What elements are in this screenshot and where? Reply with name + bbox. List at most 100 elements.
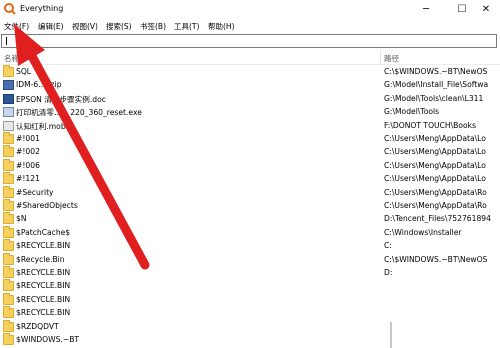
list-item[interactable]: #!121 C:\Users\Meng\AppData\Lo bbox=[0, 172, 500, 186]
file-path: C:\Users\Meng\AppData\Lo bbox=[384, 160, 486, 170]
folder-icon bbox=[3, 306, 14, 319]
file-name: $RECYCLE.BIN bbox=[16, 308, 71, 318]
list-item[interactable]: $RECYCLE.BIN D: bbox=[0, 266, 500, 280]
file-name: $Recycle.Bin bbox=[16, 254, 65, 264]
file-name: SQL bbox=[16, 67, 32, 76]
folder-icon bbox=[3, 212, 14, 225]
file-name: $RZDQDVT bbox=[16, 321, 59, 331]
file-path: C:\Users\Meng\AppData\Ro bbox=[384, 187, 487, 197]
menu-help[interactable]: 帮助(H) bbox=[208, 21, 235, 32]
folder-icon bbox=[3, 172, 14, 185]
menu-view[interactable]: 视图(V) bbox=[72, 21, 98, 32]
list-item[interactable]: #Security C:\Users\Meng\AppData\Ro bbox=[0, 185, 500, 200]
file-name: 打印机清零…0_220_360_reset.exe bbox=[16, 108, 142, 118]
folder-icon bbox=[3, 65, 14, 77]
results-header: 名称 路径 bbox=[0, 50, 500, 65]
list-item[interactable]: $RECYCLE.BIN bbox=[0, 292, 500, 307]
file-path: C:\Windows\Installer bbox=[384, 227, 462, 237]
window-title: Everything bbox=[20, 4, 64, 13]
file-path: G:\Model\Tools\clean\L311 bbox=[384, 93, 484, 103]
file-name: #!006 bbox=[16, 160, 40, 170]
file-name: EPSON 清洁步骤实例.doc bbox=[16, 94, 106, 104]
menu-tools[interactable]: 工具(T) bbox=[174, 21, 199, 32]
folder-icon bbox=[3, 199, 14, 211]
close-button[interactable]: ✕ bbox=[472, 0, 500, 19]
file-path: C:\$WINDOWS.~BT\NewOS bbox=[384, 67, 488, 76]
file-name: #!002 bbox=[16, 147, 40, 157]
list-item[interactable]: #!001 C:\Users\Meng\AppData\Lo bbox=[0, 132, 500, 146]
file-name: #SharedObjects bbox=[16, 201, 78, 210]
list-item[interactable]: 认知红利.mobi F:\DONOT TOUCH\Books bbox=[0, 120, 500, 133]
list-item[interactable]: 打印机清零…0_220_360_reset.exe G:\Model\Tools bbox=[0, 106, 500, 119]
folder-icon bbox=[3, 266, 14, 278]
file-name: $RECYCLE.BIN bbox=[16, 241, 71, 251]
column-header-path[interactable]: 路径 bbox=[384, 53, 399, 64]
folder-icon bbox=[3, 333, 14, 345]
list-item[interactable]: #SharedObjects C:\Users\Meng\AppData\Ro bbox=[0, 199, 500, 213]
column-scroll-indicator bbox=[390, 322, 392, 348]
menu-edit[interactable]: 编辑(E) bbox=[38, 21, 64, 32]
file-name: $RECYCLE.BIN bbox=[16, 281, 71, 291]
file-path: G:\Model\Tools bbox=[384, 107, 440, 117]
text-caret bbox=[6, 37, 7, 45]
minimize-button[interactable]: ─ bbox=[408, 0, 444, 19]
column-header-name[interactable]: 名称 bbox=[4, 53, 19, 64]
file-path: C:\Users\Meng\AppData\Lo bbox=[384, 147, 486, 157]
list-item[interactable]: $WINDOWS.~BT bbox=[0, 333, 500, 347]
folder-icon bbox=[3, 158, 14, 171]
file-name: #Security bbox=[16, 187, 54, 197]
exe-icon bbox=[3, 107, 14, 118]
column-divider[interactable] bbox=[380, 50, 381, 65]
zip-icon bbox=[3, 80, 14, 91]
folder-icon bbox=[3, 239, 14, 252]
file-path: C:\Users\Meng\AppData\Lo bbox=[384, 134, 486, 143]
results-list: SQL C:\$WINDOWS.~BT\NewOS IDM-6.….zip G:\M… bbox=[0, 65, 500, 348]
file-path: D: bbox=[384, 268, 393, 277]
file-name: #!121 bbox=[16, 174, 40, 184]
file-name: 认知红利.mobi bbox=[16, 121, 68, 131]
title-bar: Everything ─ ☐ ✕ bbox=[0, 0, 500, 19]
list-item[interactable]: IDM-6.….zip G:\Model\Install_File\Softwa bbox=[0, 79, 500, 92]
list-item[interactable]: $RZDQDVT bbox=[0, 319, 500, 334]
file-name: $RECYCLE.BIN bbox=[16, 294, 71, 304]
file-name: $WINDOWS.~BT bbox=[16, 335, 80, 344]
file-name: IDM-6.….zip bbox=[16, 80, 62, 90]
folder-icon bbox=[3, 132, 14, 144]
menu-bar: 文件(F) 编辑(E) 视图(V) 搜索(S) 书签(B) 工具(T) 帮助(H… bbox=[0, 19, 500, 34]
list-item[interactable]: $RECYCLE.BIN bbox=[0, 279, 500, 293]
folder-icon bbox=[3, 225, 14, 238]
folder-icon bbox=[3, 145, 14, 158]
menu-file[interactable]: 文件(F) bbox=[4, 21, 29, 32]
folder-icon bbox=[3, 319, 14, 332]
folder-icon bbox=[3, 252, 14, 265]
file-path: C:\$WINDOWS.~BT\NewOS bbox=[384, 254, 488, 264]
list-item[interactable]: #!002 C:\Users\Meng\AppData\Lo bbox=[0, 145, 500, 159]
file-name: $RECYCLE.BIN bbox=[16, 268, 71, 277]
file-path: G:\Model\Install_File\Softwa bbox=[384, 80, 489, 90]
everything-app-icon bbox=[4, 3, 16, 15]
file-path: F:\DONOT TOUCH\Books bbox=[384, 120, 477, 130]
folder-icon bbox=[3, 279, 14, 292]
list-item[interactable]: $Recycle.Bin C:\$WINDOWS.~BT\NewOS bbox=[0, 252, 500, 267]
doc-icon bbox=[3, 93, 14, 104]
file-name: $PatchCache$ bbox=[16, 227, 71, 237]
list-item[interactable]: $RECYCLE.BIN bbox=[0, 306, 500, 320]
menu-bookmarks[interactable]: 书签(B) bbox=[140, 21, 166, 32]
list-item[interactable]: #!006 C:\Users\Meng\AppData\Lo bbox=[0, 158, 500, 173]
folder-icon bbox=[3, 185, 14, 198]
list-item[interactable]: $N D:\Tencent_Files\752761894 bbox=[0, 212, 500, 226]
list-item[interactable]: SQL C:\$WINDOWS.~BT\NewOS bbox=[0, 65, 500, 79]
file-name: $N bbox=[16, 214, 27, 224]
search-input[interactable] bbox=[1, 34, 497, 48]
folder-icon bbox=[3, 292, 14, 305]
mobi-icon bbox=[3, 120, 14, 131]
menu-search[interactable]: 搜索(S) bbox=[106, 21, 132, 32]
file-name: #!001 bbox=[16, 134, 40, 143]
list-item[interactable]: EPSON 清洁步骤实例.doc G:\Model\Tools\clean\L31… bbox=[0, 93, 500, 106]
list-item[interactable]: $PatchCache$ C:\Windows\Installer bbox=[0, 225, 500, 240]
file-path: C: bbox=[384, 241, 392, 251]
file-path: C:\Users\Meng\AppData\Lo bbox=[384, 174, 486, 184]
list-item[interactable]: $RECYCLE.BIN C: bbox=[0, 239, 500, 253]
file-path: D:\Tencent_Files\752761894 bbox=[384, 214, 491, 224]
file-path: C:\Users\Meng\AppData\Ro bbox=[384, 201, 487, 210]
